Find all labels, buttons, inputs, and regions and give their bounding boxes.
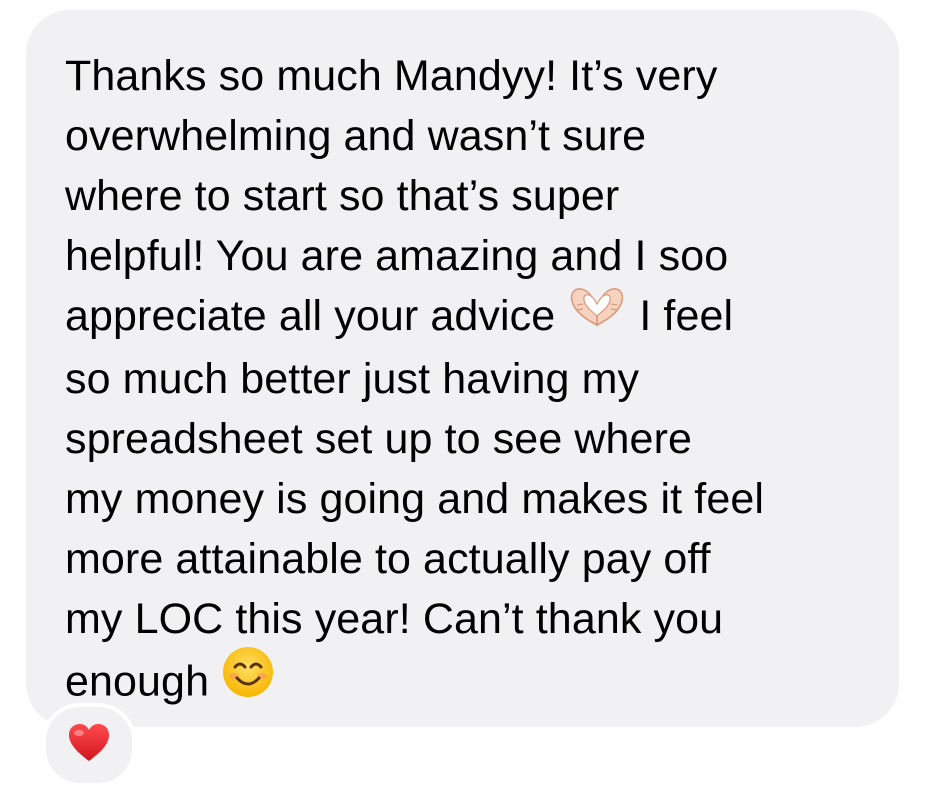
message-line: more attainable to actually pay off xyxy=(65,534,711,583)
conversation-view: Thanks so much Mandyy! It’s very overwhe… xyxy=(0,0,934,787)
red-heart-icon xyxy=(67,723,111,768)
message-line: overwhelming and wasn’t sure xyxy=(65,112,647,160)
heart-hands-icon xyxy=(567,285,627,345)
message-line: my money is going and makes it feel xyxy=(65,474,764,523)
message-line: so much better just having my xyxy=(65,354,640,403)
message-text: I feel xyxy=(639,292,734,340)
message-line-with-emoji: enough xyxy=(65,646,899,719)
message-line: where to start so that’s super xyxy=(65,172,620,220)
reaction-badge[interactable] xyxy=(42,703,136,787)
message-line: Thanks so much Mandyy! It’s very xyxy=(65,52,718,100)
smiling-face-icon xyxy=(221,645,275,715)
message-line: spreadsheet set up to see where xyxy=(65,414,692,463)
message-text: appreciate all your advice xyxy=(65,292,556,340)
message-line: my LOC this year! Can’t thank you xyxy=(65,594,724,643)
message-bubble[interactable]: Thanks so much Mandyy! It’s very overwhe… xyxy=(26,10,899,727)
message-line-with-emoji: appreciate all your advice I feel xyxy=(65,286,899,349)
message-line: helpful! You are amazing and I soo xyxy=(65,232,729,280)
message-text: enough xyxy=(65,657,210,705)
